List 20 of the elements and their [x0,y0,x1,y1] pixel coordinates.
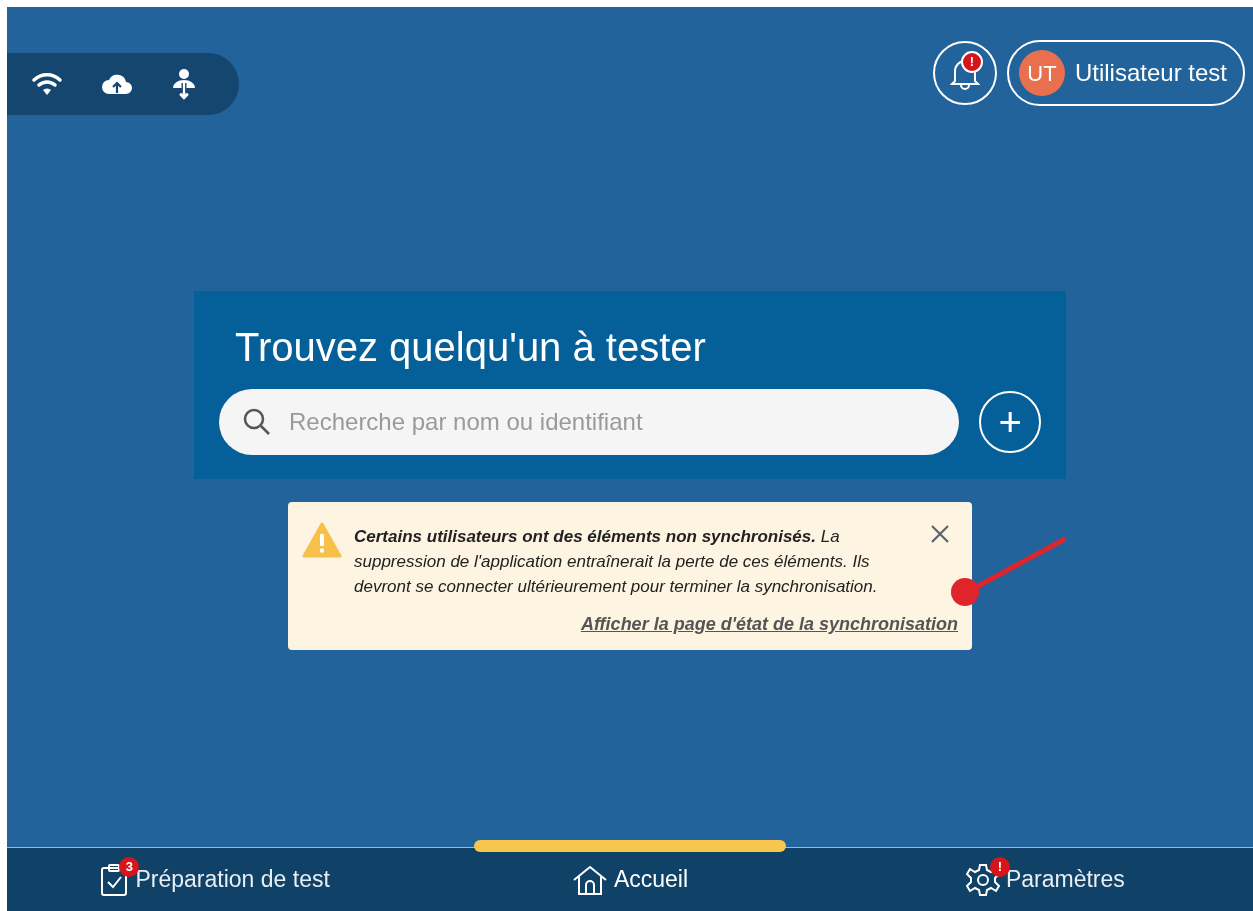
alert-message: Certains utilisateurs ont des éléments non synchronisés. La suppression de l'application entraînerait la perte de ces éléments. Ils devront se connecter ultérieurement pour terminer la synchronisation. [354,526,879,598]
sync-status-link[interactable]: Afficher la page d'état de la synchronisation [580,611,958,638]
notification-button[interactable]: ! [932,41,997,105]
nav-tab[interactable]: Accueil [422,848,838,911]
alert-badge: ! [960,51,983,73]
user-download-icon [171,68,197,100]
home-icon [571,863,608,896]
close-icon [930,524,950,544]
user-button[interactable]: UT Utilisateur test [1006,40,1245,106]
nav-tab[interactable]: ! Paramètres [837,848,1253,911]
wifi-icon [31,71,63,97]
panel-title: Trouvez quelqu'un à tester [234,324,707,371]
search-field[interactable]: Recherche par nom ou identifiant [219,389,960,455]
user-name: Utilisateur test [1074,58,1227,88]
warning-icon [302,522,342,558]
user-avatar: UT [1018,50,1065,96]
search-icon [243,408,271,436]
cloud-upload-icon [101,72,133,96]
add-button[interactable]: + [979,391,1041,453]
gear-icon [965,862,1000,897]
